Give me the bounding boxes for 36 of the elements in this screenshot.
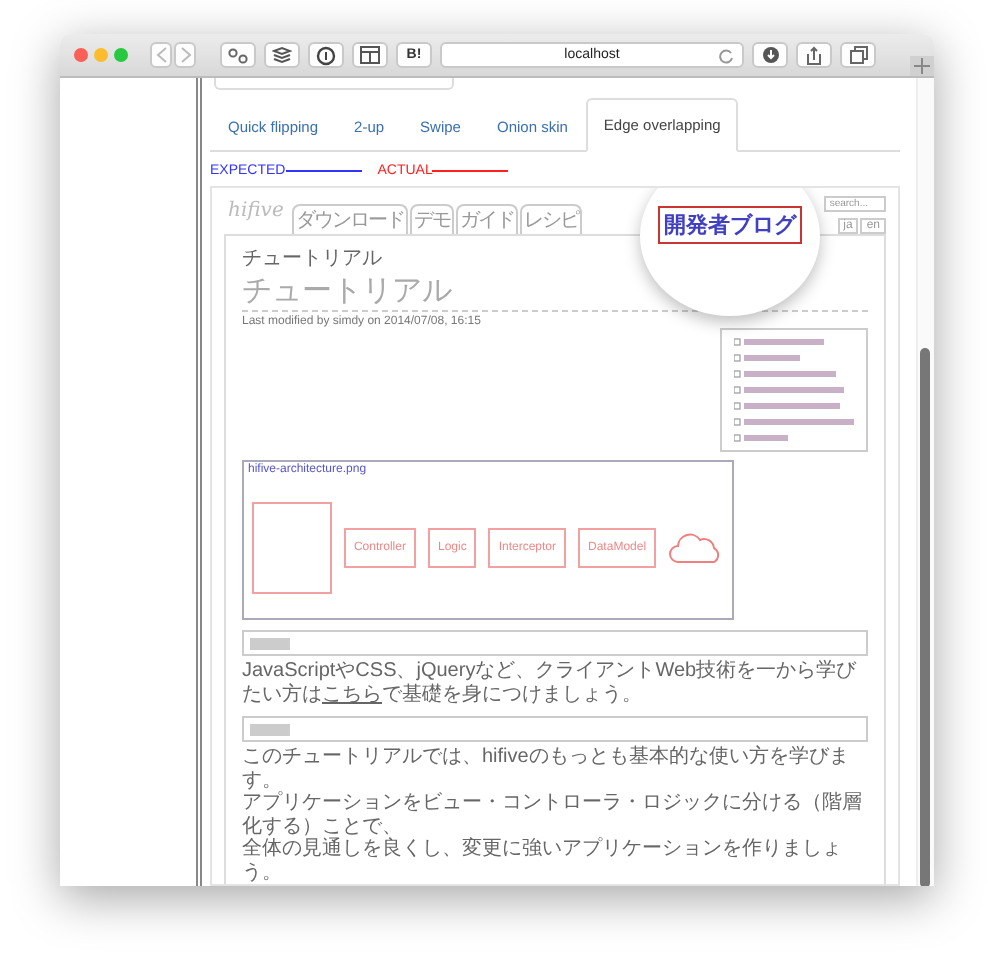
chevron-left-icon <box>155 46 167 64</box>
close-button[interactable] <box>74 48 88 62</box>
cloud-icon <box>668 531 724 563</box>
tabs-icon[interactable] <box>840 42 876 68</box>
blurred-toc-entry <box>734 418 854 426</box>
breadcrumb: チュートリアル <box>242 246 384 272</box>
paragraph: このチュートリアルでは、hifiveのもっとも基本的な使い方を学びます。 アプリケーションをビュー・コントローラ・ロジックに分ける（階層化する）ことで、 全体の見通しを良くし、変更に強いアプリケーションを作りましょう。 <box>242 746 864 884</box>
site-logo: hifive <box>228 200 284 222</box>
reload-icon[interactable] <box>718 48 734 64</box>
download-icon[interactable] <box>752 42 788 68</box>
blurred-toc-entry <box>734 386 846 394</box>
blurred-toc-entry <box>734 370 838 378</box>
blurred-toc-entry <box>734 354 802 362</box>
layers-icon[interactable] <box>264 42 300 68</box>
browser-drawing <box>252 501 332 593</box>
scroll-thumb[interactable] <box>920 348 930 886</box>
link-icon[interactable] <box>220 42 256 68</box>
input-field[interactable] <box>214 78 454 90</box>
magnified-text: 開発者ブログ <box>658 205 802 243</box>
scrollbar[interactable] <box>916 78 934 886</box>
legend-line <box>285 170 362 172</box>
new-tab-button[interactable] <box>910 56 934 76</box>
zoom-button[interactable] <box>114 48 128 62</box>
chevron-right-icon <box>179 46 191 64</box>
back-button[interactable] <box>150 42 172 68</box>
blurred-toc-entry <box>734 338 826 346</box>
blurred-toc-entry <box>734 434 790 442</box>
forward-button[interactable] <box>174 42 196 68</box>
share-icon[interactable] <box>796 42 832 68</box>
text-link[interactable]: こちら <box>322 683 382 705</box>
legend-line <box>432 170 509 172</box>
info-icon[interactable] <box>308 42 344 68</box>
page-title: チュートリアル <box>242 272 868 312</box>
blurred-toc-entry <box>734 402 842 410</box>
paragraph: JavaScriptやCSS、jQueryなど、クライアントWeb技術を一から学びたい方はこちらで基礎を身につけましょう。 <box>242 660 859 706</box>
grid-icon[interactable] <box>352 42 388 68</box>
